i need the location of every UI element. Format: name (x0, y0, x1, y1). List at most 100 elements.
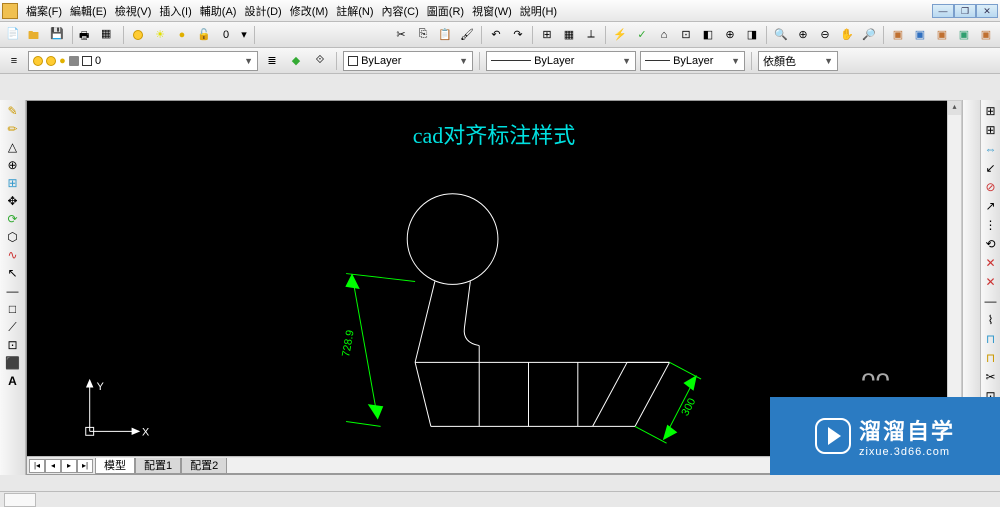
menu-assist[interactable]: 輔助(A) (196, 1, 241, 21)
dropdown-icon[interactable]: ▾ (238, 25, 250, 45)
rect2-icon[interactable]: □ (28, 292, 46, 310)
pencil-icon[interactable]: ✎ (4, 102, 22, 120)
zoom-in-button[interactable]: ⊕ (793, 25, 813, 45)
diag-icon[interactable]: ⟋ (4, 318, 22, 336)
rtool-3[interactable]: ↙ (982, 159, 1000, 177)
curve-icon[interactable]: ∿ (4, 246, 22, 264)
color-dropdown[interactable]: ByLayer ▼ (343, 51, 473, 71)
box-icon[interactable]: ⊡ (4, 336, 22, 354)
rtool-4[interactable]: ⊘ (982, 178, 1000, 196)
cut-button[interactable]: ✂ (391, 25, 411, 45)
menu-insert[interactable]: 插入(I) (155, 1, 195, 21)
circle-icon[interactable]: ● (172, 25, 192, 45)
rtool-2[interactable]: ⇔ (982, 140, 1000, 158)
zoom-win-button[interactable]: 🔍 (771, 25, 791, 45)
dotcircle-icon[interactable]: ⊙ (28, 178, 46, 196)
ellipse-icon[interactable]: ⬭ (28, 330, 46, 348)
tool-g[interactable]: ◨ (742, 25, 762, 45)
tool-c[interactable]: ⌂ (654, 25, 674, 45)
rect-icon[interactable]: □ (4, 300, 22, 318)
triangle-icon[interactable]: △ (4, 138, 22, 156)
ortho-button[interactable]: ⟂ (581, 25, 601, 45)
layer-tool-a[interactable]: ≣ (262, 51, 282, 71)
layer-manager-button[interactable]: ≡ (4, 51, 24, 71)
palette-e[interactable]: ▣ (976, 25, 996, 45)
tab-model[interactable]: 模型 (95, 458, 135, 474)
rtool-7[interactable]: ⟲ (982, 235, 1000, 253)
menu-annotate[interactable]: 註解(N) (332, 1, 377, 21)
pan-button[interactable]: ✋ (837, 25, 857, 45)
rtool-10[interactable]: — (982, 292, 1000, 310)
plot-button[interactable]: ▦ (99, 25, 119, 45)
slash-icon[interactable]: ⟋ (28, 254, 46, 272)
layer-dropdown[interactable]: ● 0 ▼ (28, 51, 258, 71)
palette-a[interactable]: ▣ (888, 25, 908, 45)
angle2-icon[interactable]: ⌐ (28, 273, 46, 291)
menu-view[interactable]: 檢視(V) (111, 1, 156, 21)
point-icon[interactable]: · (28, 349, 46, 367)
rtool-12[interactable]: ⊓ (982, 330, 1000, 348)
rtool-11[interactable]: ⌇ (982, 311, 1000, 329)
tab-next-button[interactable]: ▸ (61, 459, 77, 473)
copy-button[interactable]: ⎘ (413, 25, 433, 45)
circle2-icon[interactable]: ◯ (28, 197, 46, 215)
paste-button[interactable]: 📋 (435, 25, 455, 45)
linetype-dropdown[interactable]: ByLayer ▼ (486, 51, 636, 71)
spline-icon[interactable]: ∿ (28, 216, 46, 234)
tab-first-button[interactable]: |◂ (29, 459, 45, 473)
scroll-up-button[interactable]: ▴ (948, 101, 961, 115)
line2-icon[interactable]: ╱ (28, 102, 46, 120)
palette-d[interactable]: ▣ (954, 25, 974, 45)
tab-prev-button[interactable]: ◂ (45, 459, 61, 473)
rtool-13[interactable]: ⊓ (982, 349, 1000, 367)
plus-icon[interactable]: ⊕ (4, 156, 22, 174)
rtool-0[interactable]: ⊞ (982, 102, 1000, 120)
rtool-14[interactable]: ✂ (982, 368, 1000, 386)
rtool-5[interactable]: ↗ (982, 197, 1000, 215)
arrow-icon[interactable]: ↖ (4, 264, 22, 282)
lineweight-dropdown[interactable]: ByLayer ▼ (640, 51, 745, 71)
menu-file[interactable]: 檔案(F) (22, 1, 66, 21)
minimize-button[interactable]: — (932, 4, 954, 18)
open-button[interactable]: 🖿 (26, 25, 46, 45)
grid-button[interactable]: ▦ (559, 25, 579, 45)
menu-help[interactable]: 說明(H) (516, 1, 561, 21)
restore-button[interactable]: ❐ (954, 4, 976, 18)
save-button[interactable]: 💾 (48, 25, 68, 45)
sun-icon[interactable]: ☀ (150, 25, 170, 45)
tool-a[interactable]: ⚡ (610, 25, 630, 45)
zero-badge[interactable]: 0 (216, 25, 236, 45)
rotate-icon[interactable]: ⟳ (4, 210, 22, 228)
layer-tool-c[interactable]: ⟐ (310, 51, 330, 71)
new-button[interactable]: 📄 (4, 25, 24, 45)
wave-icon[interactable]: ～ (28, 235, 46, 253)
undo-button[interactable]: ↶ (486, 25, 506, 45)
tab-layout2[interactable]: 配置2 (181, 458, 227, 474)
tool-e[interactable]: ◧ (698, 25, 718, 45)
rtool-6[interactable]: ⋮ (982, 216, 1000, 234)
bulb-icon[interactable] (128, 25, 148, 45)
zoom-out-button[interactable]: ⊖ (815, 25, 835, 45)
menu-draw[interactable]: 圖面(R) (423, 1, 468, 21)
line-icon[interactable]: — (4, 282, 22, 300)
edit-icon[interactable]: ✏ (4, 120, 22, 138)
hatch-icon[interactable]: ▦ (28, 368, 46, 386)
text-icon[interactable]: A (4, 372, 22, 390)
palette-c[interactable]: ▣ (932, 25, 952, 45)
tab-last-button[interactable]: ▸| (77, 459, 93, 473)
menu-design[interactable]: 設計(D) (240, 1, 285, 21)
magnify-button[interactable]: 🔎 (859, 25, 879, 45)
grid-icon[interactable]: ⊞ (4, 174, 22, 192)
tool-f[interactable]: ⊕ (720, 25, 740, 45)
redo-button[interactable]: ↷ (508, 25, 528, 45)
move-icon[interactable]: ✥ (4, 192, 22, 210)
tab-layout1[interactable]: 配置1 (135, 458, 181, 474)
arc2-icon[interactable]: ⌒ (28, 140, 46, 158)
hex-icon[interactable]: ⬡ (4, 228, 22, 246)
rtool-8[interactable]: ✕ (982, 254, 1000, 272)
plotstyle-dropdown[interactable]: 依顏色 ▼ (758, 51, 838, 71)
tool-d[interactable]: ⊡ (676, 25, 696, 45)
match-button[interactable]: 🖌 (457, 25, 477, 45)
menu-edit[interactable]: 編輯(E) (66, 1, 111, 21)
print-button[interactable]: 🖶 (77, 25, 97, 45)
